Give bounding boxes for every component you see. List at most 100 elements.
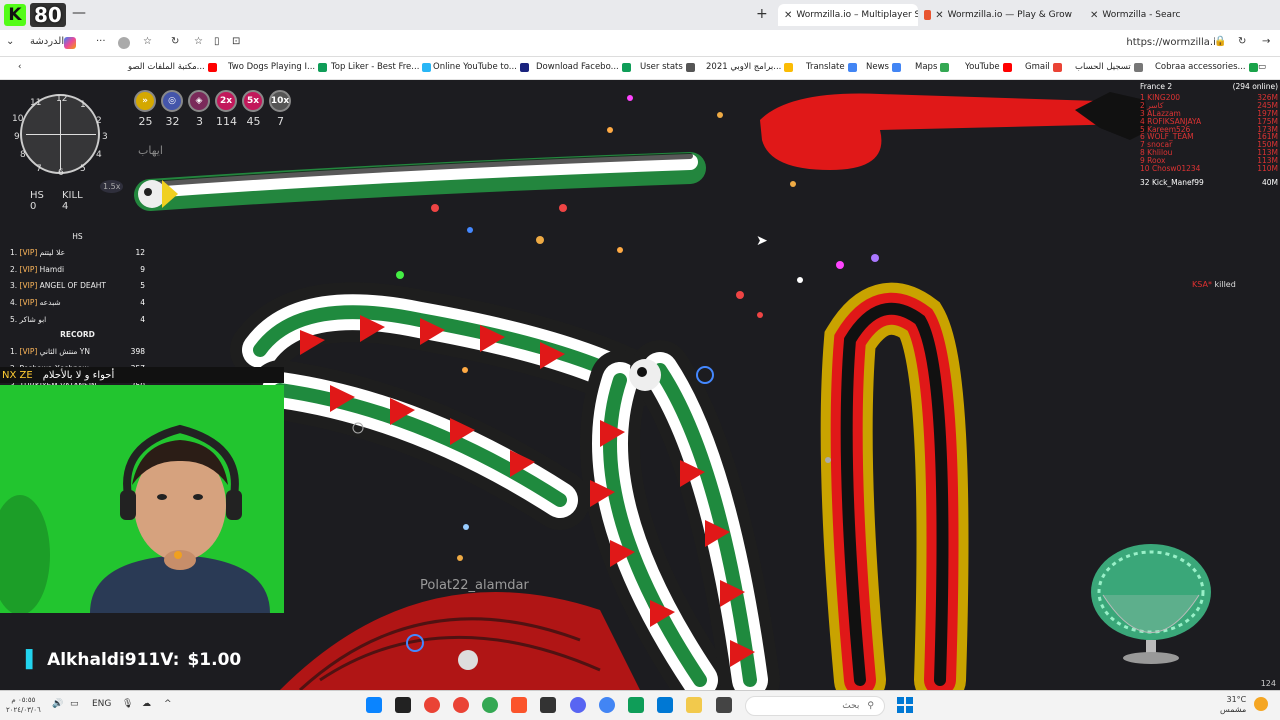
edge-app-icon[interactable] [366,697,382,713]
minimize-icon[interactable]: — [72,5,86,21]
profile-avatar[interactable] [118,37,130,49]
bookmark-item[interactable]: User stats [640,62,695,72]
bookmark-item[interactable]: Two Dogs Playing I... [228,62,328,72]
new-tab-button[interactable]: + [756,6,768,22]
discord-app-icon[interactable] [570,697,586,713]
leaderboard-rank: 1. [10,247,18,257]
powerup-slot[interactable]: 10x 7 [269,90,292,128]
hs-header: HS [72,232,83,241]
bookmark-item[interactable]: Maps [915,62,950,72]
kill-verb: killed [1214,280,1236,289]
favorites-icon[interactable]: ☆ [143,36,152,47]
bookmark-label: Maps [915,62,938,72]
bookmark-label: Translate [806,62,845,72]
chat-button[interactable]: الدردشة [30,36,64,47]
bookmarks-scroll-icon[interactable]: ‹ [18,62,21,72]
task-view-icon[interactable] [716,697,732,713]
file-explorer-icon[interactable] [686,697,702,713]
bookmark-favicon-icon [621,62,631,72]
bookmark-item[interactable]: YouTube [965,62,1012,72]
bookmark-favicon-icon [685,62,695,72]
brave-app-icon[interactable] [511,697,527,713]
powerup-slot[interactable]: 5x 45 [242,90,265,128]
language-indicator[interactable]: ENG [92,699,111,709]
bookmark-item[interactable]: Online YouTube to... [433,62,529,72]
bookmark-favicon-icon [891,62,901,72]
leaderboard-name: علا ليتتم [39,247,66,257]
copilot-icon[interactable] [64,37,76,49]
url-field[interactable]: https://wormzilla.io [1126,37,1222,48]
leaderboard-row: 1. [VIP] منتش الثاني YN 398 [10,343,145,360]
weather-temp: 31°C [1226,695,1247,704]
bookmark-item[interactable]: Gmail [1025,62,1062,72]
app-icon-green[interactable] [628,697,644,713]
taskbar-search[interactable]: بحث ⚲ [745,696,885,716]
chevron-down-icon[interactable]: ⌄ [6,36,14,47]
powerup-count: 3 [196,115,203,128]
bookmark-item[interactable]: برامج الاوبي 2021... [706,62,794,72]
tab-wormzilla-3[interactable]: ✕ Wormzilla - Search [1080,4,1180,26]
donation-amount: $1.00 [187,650,242,670]
powerup-slot[interactable]: ◈ 3 [188,90,211,128]
volume-icon[interactable]: 🔊 [52,699,63,709]
radar-label-7: 7 [36,164,42,174]
close-tab-icon[interactable]: ✕ [784,10,792,21]
windows-start-icon[interactable] [897,697,913,713]
leaderboard-player: 3. [VIP] ANGEL OF DEAHT [10,281,106,290]
add-favorite-icon[interactable]: ☆ [194,36,203,47]
search-icon: ⚲ [867,701,874,711]
chrome-app-icon-2[interactable] [453,697,469,713]
reload-icon[interactable]: ↻ [1238,36,1246,47]
server-leaderboard-row: 10 Chosw01234 110M [1140,165,1278,173]
chrome-app-icon-3[interactable] [482,697,498,713]
reading-view-icon[interactable]: ▯ [214,36,220,47]
obs-app-icon[interactable] [395,697,411,713]
bookmark-item[interactable]: Download Facebo... [536,62,631,72]
bookmark-item[interactable]: News [866,62,901,72]
back-arrow-icon[interactable]: → [1262,36,1270,47]
split-screen-icon[interactable]: ⊡ [232,36,240,47]
clock[interactable]: ٠٥:٥٥ م ٢٠٢٤/٠٣/٠٦ [6,695,41,715]
powerup-slot[interactable]: ◎ 32 [161,90,184,128]
streamer-face [0,424,270,615]
microphone-icon[interactable]: 🎙 [122,699,133,709]
leaderboard-name: Hamdi [39,264,65,274]
bookmark-item[interactable]: Top Liker - Best Fre... [331,62,432,72]
bookmark-item[interactable]: تسجيل الحساب [1075,62,1143,72]
leaderboard-name: ابو شاكر [19,314,47,324]
chevron-up-icon[interactable]: ^ [164,699,172,709]
bookmark-item[interactable]: مكتبة الملفات الصو... [128,62,217,72]
terminal-app-icon[interactable] [540,697,556,713]
tab-wormzilla-1[interactable]: ✕ Wormzilla.io – Multiplayer Snake Game [778,4,918,26]
bookmark-favicon-icon [1248,62,1258,72]
bookmarks-folder-icon[interactable]: ▭ [1258,62,1266,72]
mouse-cursor-icon: ➤ [756,233,768,249]
close-tab-icon[interactable]: ✕ [935,10,943,21]
powerup-slot[interactable]: 2x 114 [215,90,238,128]
chrome-app-icon-4[interactable] [599,697,615,713]
bookmark-item[interactable]: Translate [806,62,857,72]
network-icon[interactable]: ▭ [70,699,79,709]
vip-badge: [VIP] [19,247,38,257]
bookmark-label: تسجيل الحساب [1075,62,1131,72]
tab-wormzilla-2[interactable]: ✕ Wormzilla.io — Play & Grow [918,4,1078,26]
radar-label-3: 3 [102,132,108,142]
viewer-count: 80 [30,3,66,27]
store-app-icon[interactable] [657,697,673,713]
radar-label-10: 10 [12,114,24,124]
donation-alert: ▌ Alkhaldi911V: $1.00 [26,650,241,670]
powerup-slot[interactable]: » 25 [134,90,157,128]
more-options-icon[interactable]: ··· [96,36,106,47]
bookmark-favicon-icon [784,62,794,72]
server-rank: 32 [1140,177,1150,187]
powerup-icon: 5x [242,90,264,112]
weather-widget[interactable]: 31°C مشمس [1220,695,1246,715]
game-canvas[interactable]: 12 1 2 3 4 5 6 7 8 9 10 11 1. 5x HS KILL … [0,80,1280,690]
bookmarks-bar: ‹ ▭ Cobraa accessories... تسجيل الحساب Gma… [0,57,1280,80]
bookmark-item[interactable]: Cobraa accessories... [1155,62,1258,72]
chrome-app-icon[interactable] [424,697,440,713]
close-tab-icon[interactable]: ✕ [1090,10,1098,21]
cloud-icon[interactable]: ☁ [142,699,151,709]
server-leaderboard-row: 32 Kick_Manef99 40M [1140,177,1278,187]
refresh-icon[interactable]: ↻ [171,36,179,47]
